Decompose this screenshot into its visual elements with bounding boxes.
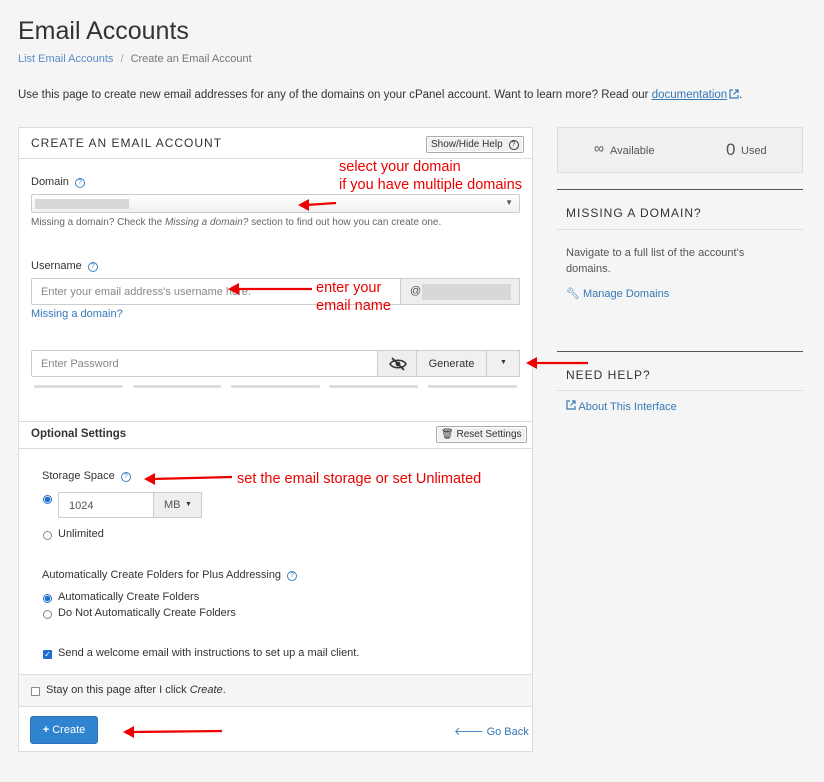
annotation-arrows bbox=[123, 199, 588, 738]
arrow-to-storage bbox=[151, 475, 233, 481]
arrow-to-create bbox=[131, 729, 223, 734]
arrow-to-domain bbox=[305, 201, 337, 207]
